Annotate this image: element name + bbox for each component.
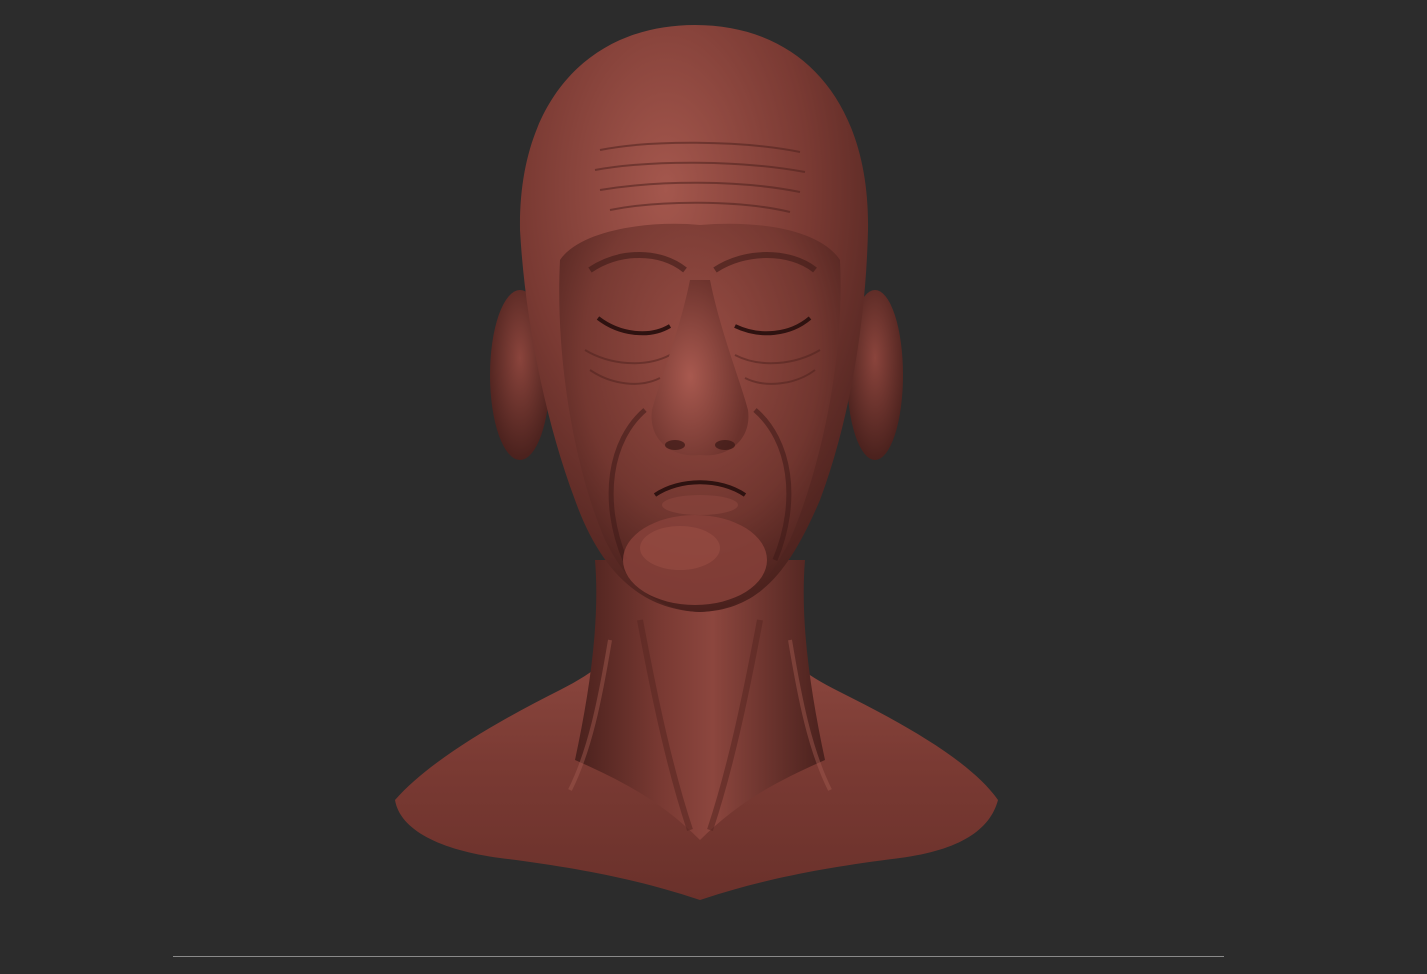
3d-viewport[interactable] <box>0 0 1427 974</box>
sculpted-head-bust-icon[interactable] <box>0 0 1427 974</box>
timeline-bar[interactable] <box>173 956 1224 957</box>
